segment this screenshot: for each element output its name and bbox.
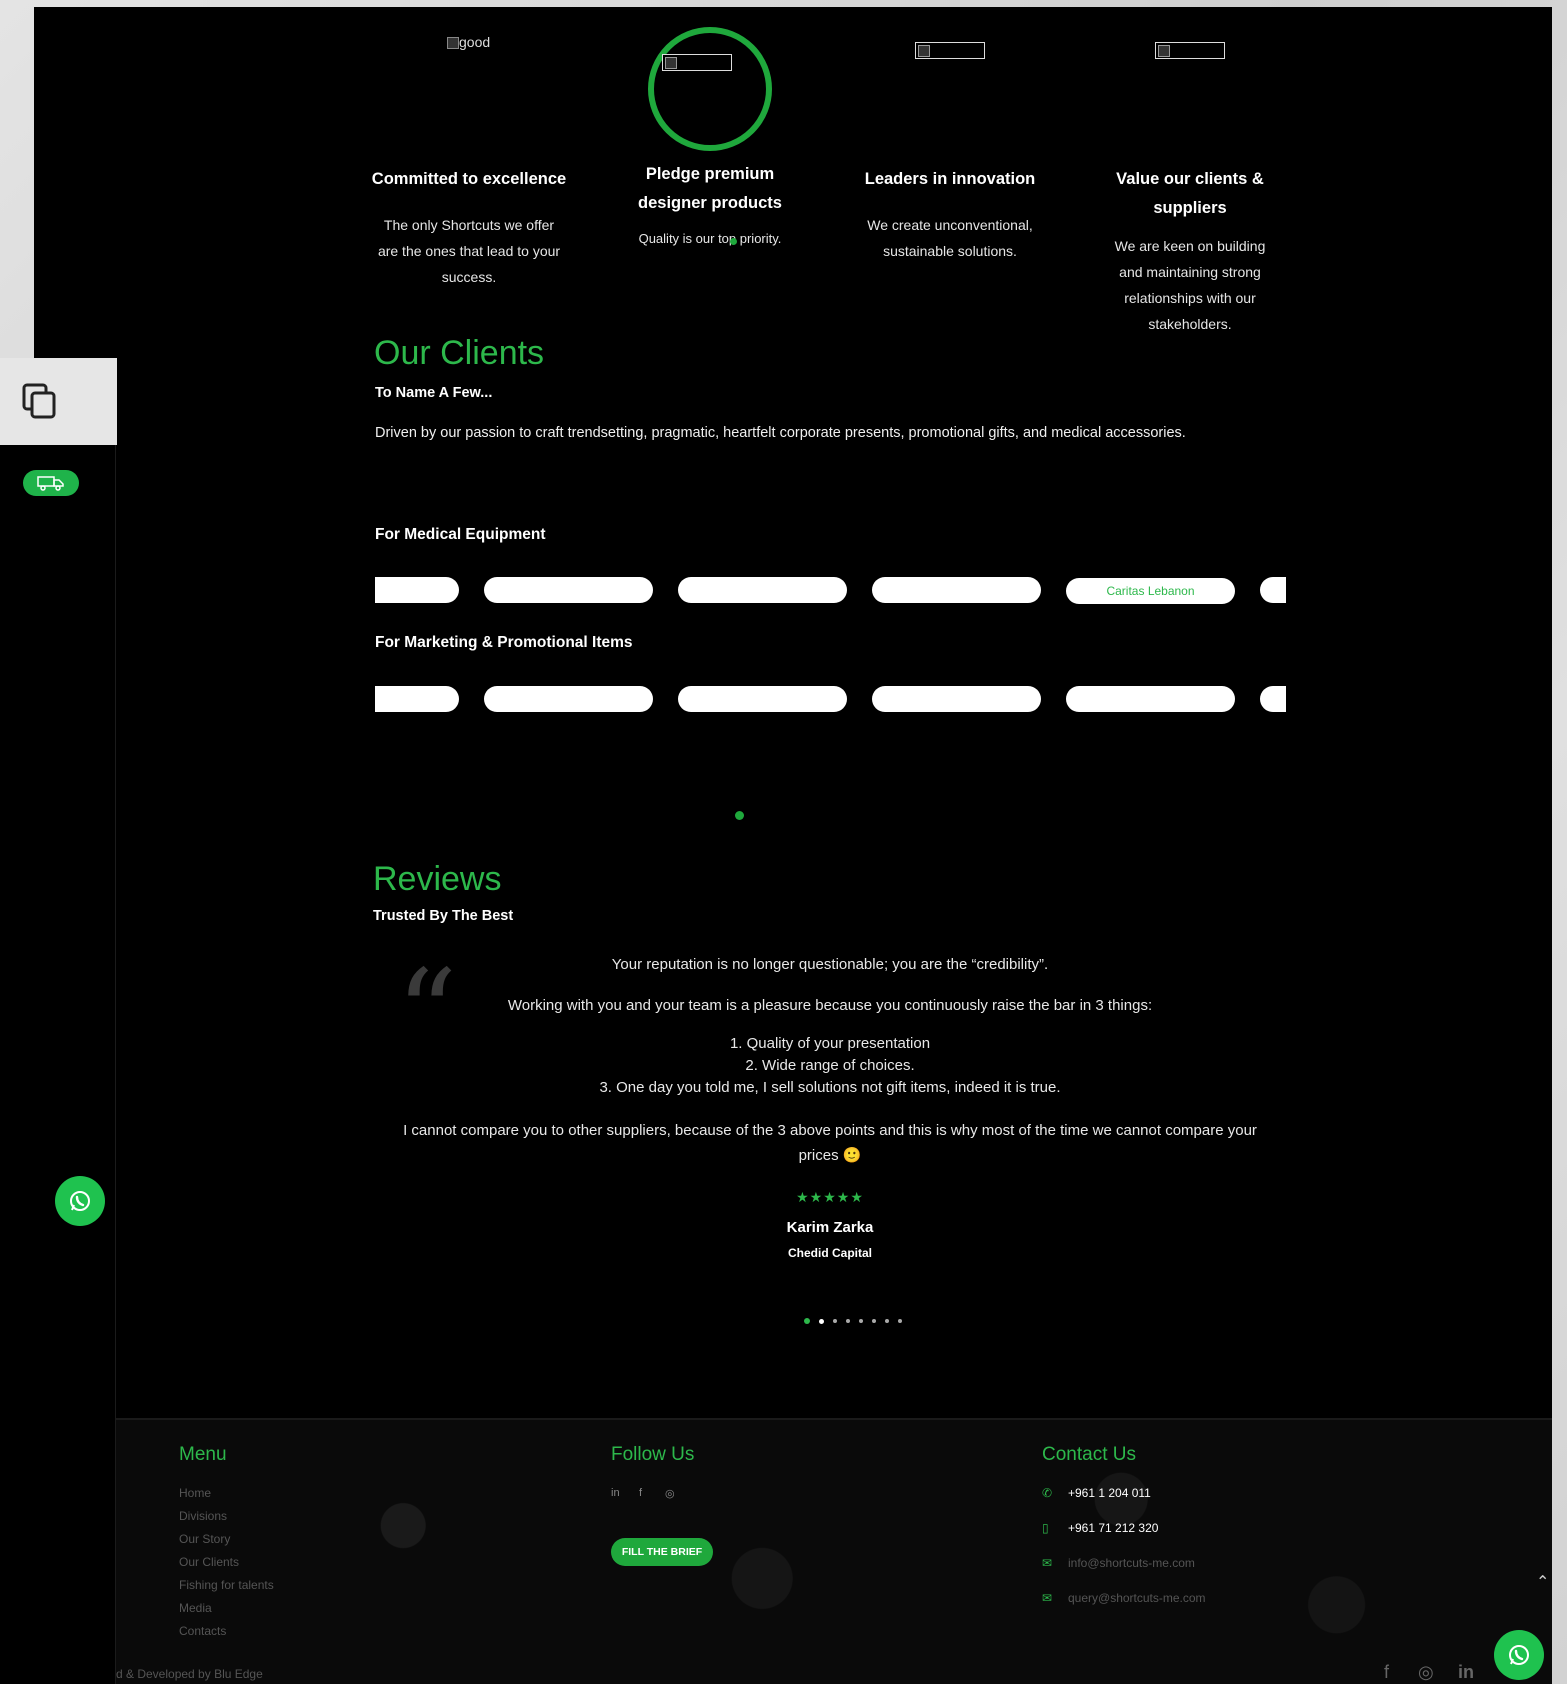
instagram-icon[interactable]: ◎ (665, 1487, 675, 1500)
review-text: I cannot compare you to other suppliers,… (403, 1122, 1257, 1139)
whatsapp-button[interactable] (1494, 1630, 1544, 1680)
footer-link-contacts[interactable]: Contacts (179, 1624, 226, 1638)
review-text: Your reputation is no longer questionabl… (611, 956, 1049, 973)
client-logo[interactable] (872, 686, 1041, 712)
feature-title: Leaders in innovation (864, 170, 1036, 188)
client-logo[interactable] (484, 686, 653, 712)
client-logo-caritas[interactable]: Caritas Lebanon (1066, 578, 1235, 604)
copyright-text: d & Developed by Blu Edge (116, 1667, 263, 1681)
reviewer-company: Chedid Capital (787, 1246, 872, 1260)
pager-dot[interactable] (804, 1318, 810, 1324)
client-logo[interactable] (375, 686, 459, 712)
client-logo[interactable] (678, 577, 847, 603)
feature-dot (730, 238, 737, 245)
client-logo[interactable] (484, 577, 653, 603)
whatsapp-icon (70, 1191, 90, 1211)
review-text: 3. One day you told me, I sell solutions… (599, 1079, 1061, 1096)
feature-description: We create unconventional, sustainable so… (867, 217, 1033, 259)
fill-brief-button[interactable]: FILL THE BRIEF (611, 1538, 713, 1566)
feature-description: We are keen on building and maintaining … (1114, 238, 1266, 332)
marketing-logo-carousel[interactable] (375, 686, 1286, 714)
truck-icon (37, 476, 64, 491)
marketing-heading: For Marketing & Promotional Items (375, 634, 633, 651)
footer-link-home[interactable]: Home (179, 1486, 211, 1500)
pager-dot[interactable] (846, 1319, 850, 1323)
feature-premium: Pledge premium designer products Quality … (610, 160, 810, 252)
broken-image-icon (447, 37, 459, 50)
linkedin-icon[interactable]: in (1458, 1662, 1474, 1683)
sidebar (0, 358, 116, 1684)
linkedin-icon[interactable]: in (611, 1487, 620, 1499)
feature-value: Value our clients & suppliers We are keen… (1090, 165, 1290, 337)
feature-title: Committed to excellence (371, 170, 567, 188)
footer-link-divisions[interactable]: Divisions (179, 1509, 227, 1523)
rating-stars: ★★★★★ (796, 1189, 864, 1205)
reviewer-name: Karim Zarka (786, 1219, 874, 1236)
delivery-button[interactable] (23, 470, 79, 496)
feature-committed: Committed to excellence The only Shortcu… (369, 165, 569, 290)
contact-email-info[interactable]: ✉ info@shortcuts-me.com (1042, 1556, 1195, 1570)
review-text: 2. Wide range of choices. (745, 1057, 915, 1074)
feature-innovation: Leaders in innovation We create unconven… (850, 165, 1050, 264)
footer-link-our-clients[interactable]: Our Clients (179, 1555, 239, 1569)
facebook-icon[interactable]: f (639, 1487, 642, 1499)
feature-ring (648, 27, 772, 151)
client-logo[interactable] (678, 686, 847, 712)
review-text: Working with you and your team is a plea… (507, 997, 1153, 1014)
footer-menu-title: Menu (179, 1444, 227, 1465)
footer-contact-title: Contact Us (1042, 1444, 1136, 1465)
copy-panel[interactable] (0, 358, 117, 445)
feature-image-alt: good (447, 34, 490, 50)
reviews-subtitle: Trusted By The Best (373, 908, 514, 924)
feature-image (662, 54, 732, 71)
copy-icon[interactable] (22, 383, 58, 421)
pager-dot[interactable] (859, 1319, 863, 1323)
instagram-icon[interactable]: ◎ (1418, 1662, 1434, 1683)
clients-pager-dot[interactable] (735, 811, 744, 820)
footer-link-our-story[interactable]: Our Story (179, 1532, 230, 1546)
feature-title: Pledge premium designer products (638, 165, 782, 212)
pager-dot[interactable] (885, 1319, 889, 1323)
medical-logo-carousel[interactable]: Caritas Lebanon (375, 577, 1286, 605)
client-logo[interactable] (1260, 577, 1286, 603)
footer: Menu Home Divisions Our Story Our Client… (116, 1418, 1552, 1684)
facebook-icon[interactable]: f (1384, 1662, 1389, 1683)
mail-icon: ✉ (1042, 1556, 1053, 1570)
review-text: 1. Quality of your presentation (729, 1035, 931, 1052)
feature-description: The only Shortcuts we offer are the ones… (377, 217, 561, 285)
footer-follow-title: Follow Us (611, 1444, 695, 1465)
pager-dot[interactable] (833, 1319, 837, 1323)
contact-phone[interactable]: ✆ +961 1 204 011 (1042, 1486, 1151, 1500)
pager-dot[interactable] (819, 1318, 824, 1324)
feature-title: Value our clients & suppliers (1116, 170, 1264, 217)
whatsapp-button[interactable] (55, 1176, 105, 1226)
footer-link-fishing[interactable]: Fishing for talents (179, 1578, 274, 1592)
clients-description: Driven by our passion to craft trendsett… (375, 425, 1186, 441)
review-text: prices 🙂 (798, 1147, 862, 1164)
mobile-icon: ▯ (1042, 1521, 1049, 1535)
reviews-title: Reviews (373, 860, 502, 898)
mail-icon: ✉ (1042, 1591, 1053, 1605)
feature-image (1155, 42, 1225, 59)
reviews-pager[interactable] (804, 1318, 902, 1324)
medical-heading: For Medical Equipment (375, 526, 546, 543)
footer-link-media[interactable]: Media (179, 1601, 212, 1615)
client-logo[interactable] (1066, 686, 1235, 712)
contact-email-query[interactable]: ✉ query@shortcuts-me.com (1042, 1591, 1206, 1605)
client-logo[interactable] (872, 577, 1041, 603)
pager-dot[interactable] (872, 1319, 876, 1323)
whatsapp-icon (1509, 1645, 1529, 1665)
feature-description: Quality is our top priority. (638, 231, 782, 246)
client-logo[interactable] (1260, 686, 1286, 712)
contact-mobile[interactable]: ▯ +961 71 212 320 (1042, 1521, 1158, 1535)
scroll-top-icon[interactable]: ⌃ (1536, 1572, 1549, 1591)
pager-dot[interactable] (898, 1319, 902, 1323)
client-logo[interactable] (375, 577, 459, 603)
phone-icon: ✆ (1042, 1486, 1053, 1500)
clients-title: Our Clients (374, 334, 545, 372)
feature-image (915, 42, 985, 59)
clients-subtitle: To Name A Few... (375, 385, 493, 401)
